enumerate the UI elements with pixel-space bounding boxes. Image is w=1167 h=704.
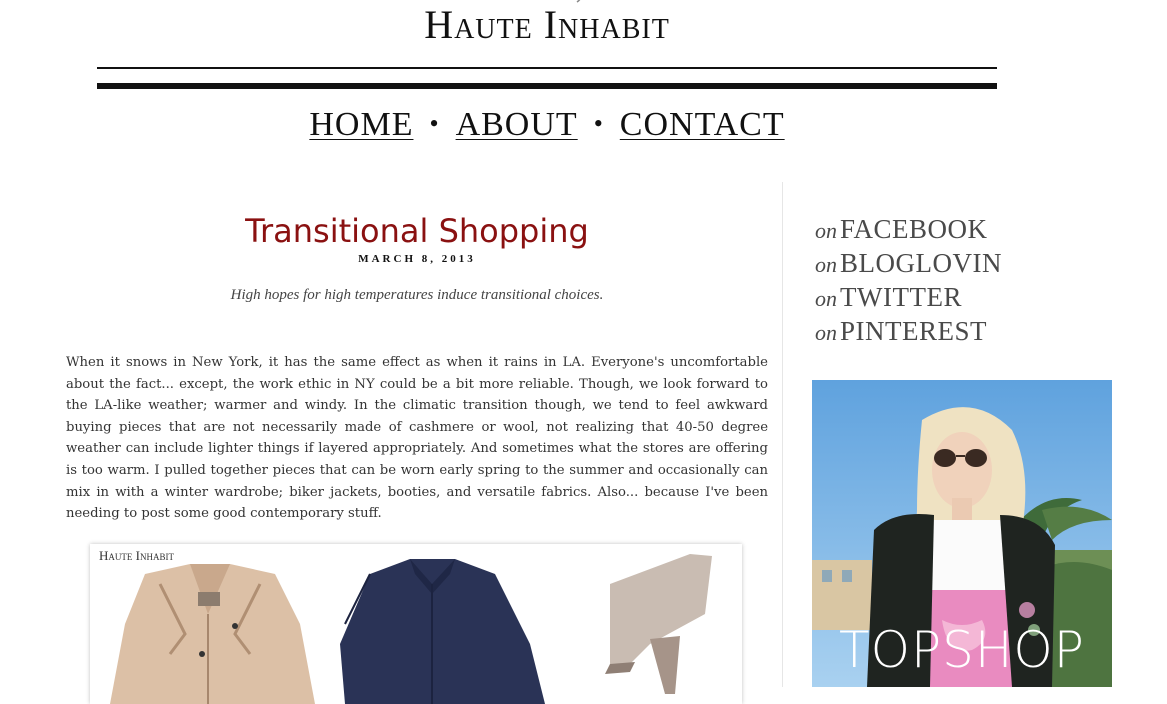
main-nav: HOME • ABOUT • CONTACT [0,106,1094,144]
social-prefix: on [815,320,837,345]
nav-separator: • [429,109,440,138]
social-network-label: TWITTER [840,282,962,312]
post-body: When it snows in New York, it has the sa… [66,355,768,522]
ad-brand-label: TOPSHOP [839,621,1085,679]
post-title[interactable]: Transitional Shopping [66,210,768,252]
header-rule-thick [97,83,997,89]
social-prefix: on [815,252,837,277]
social-twitter[interactable]: on TWITTER [815,280,1002,314]
collage-label: Haute Inhabit [99,548,174,563]
navy-shirt-image [340,559,545,704]
nav-contact[interactable]: CONTACT [620,106,785,143]
nav-home[interactable]: HOME [309,106,413,143]
social-prefix: on [815,218,837,243]
ankle-boot-image [605,554,712,694]
topshop-ad-banner[interactable]: TOPSHOP [812,380,1112,687]
column-divider [782,182,783,687]
site-title[interactable]: Haute Inhabit [0,2,1094,48]
nav-about[interactable]: ABOUT [456,106,578,143]
product-collage[interactable]: Haute Inhabit [90,544,742,704]
social-network-label: BLOGLOVIN [840,248,1002,278]
social-network-label: PINTEREST [840,316,988,346]
social-network-label: FACEBOOK [840,214,988,244]
social-prefix: on [815,286,837,311]
social-facebook[interactable]: on FACEBOOK [815,212,1002,246]
post-subtitle: High hopes for high temperatures induce … [230,287,604,303]
social-bloglovin[interactable]: on BLOGLOVIN [815,246,1002,280]
social-pinterest[interactable]: on PINTEREST [815,314,1002,348]
social-links: on FACEBOOK on BLOGLOVIN on TWITTER on PINTE… [815,212,1002,348]
post-date: MARCH 8, 2013 [358,253,476,265]
header-rule-thin [97,67,997,69]
nav-separator: • [593,109,604,138]
beige-jacket-image [110,564,315,704]
collage-products-image [110,554,712,704]
